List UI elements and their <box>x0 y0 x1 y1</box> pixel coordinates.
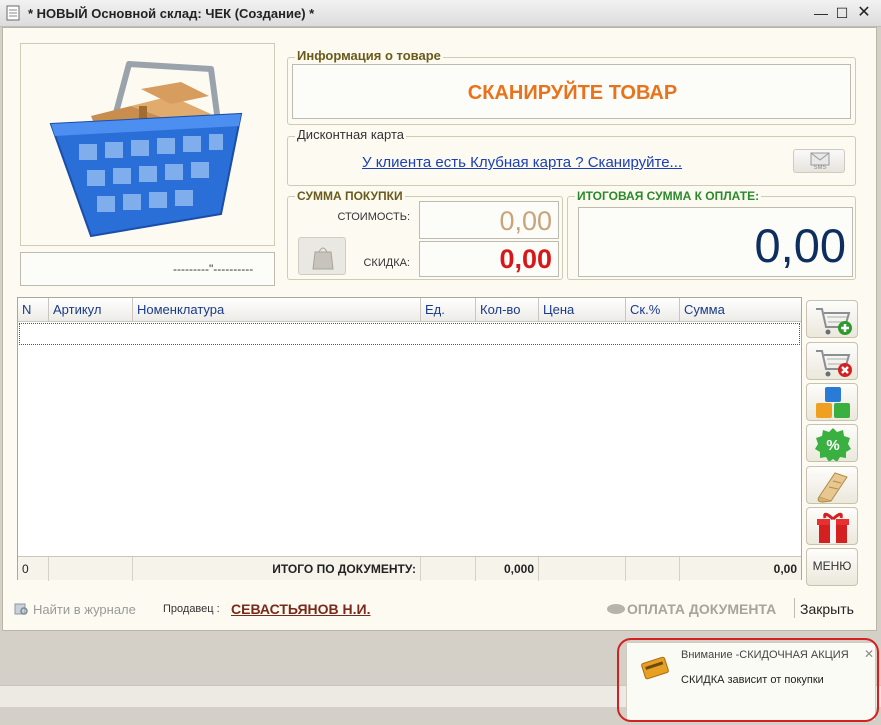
receipt-button[interactable] <box>806 466 858 504</box>
image-caption-box: ---------"---------- <box>20 252 275 286</box>
total-value: 0,00 <box>754 219 846 272</box>
product-image-panel <box>20 43 275 246</box>
notification-close-icon[interactable]: ✕ <box>864 647 874 661</box>
footer-qty-total: 0,000 <box>476 557 539 581</box>
col-nomenclature[interactable]: Номенклатура <box>133 298 421 322</box>
payment-icon <box>607 604 625 614</box>
close-icon[interactable]: ✕ <box>855 4 873 22</box>
footer-empty-3 <box>539 557 626 581</box>
gift-button[interactable] <box>806 507 858 545</box>
cart-remove-icon <box>816 350 852 377</box>
product-info-title: Информация о товаре <box>295 48 443 63</box>
journal-icon <box>14 603 28 615</box>
cost-field: 0,00 <box>419 201 559 239</box>
menu-button[interactable]: МЕНЮ <box>806 548 858 586</box>
gift-icon <box>817 512 849 543</box>
blocks-icon <box>816 387 850 418</box>
scroll-icon <box>817 472 848 503</box>
total-field: 0,00 <box>578 207 853 277</box>
remove-item-button[interactable] <box>806 342 858 380</box>
svg-text:%: % <box>826 437 839 454</box>
add-item-button[interactable] <box>806 300 858 338</box>
col-unit[interactable]: Ед. <box>421 298 476 322</box>
col-sum[interactable]: Сумма <box>680 298 801 322</box>
discount-card-title: Дисконтная карта <box>295 127 407 142</box>
title-bar: * НОВЫЙ Основной склад: ЧЕК (Создание) *… <box>0 0 881 27</box>
basket-icon <box>49 61 243 238</box>
total-group: 0,00 <box>567 196 856 280</box>
minimize-icon[interactable]: — <box>812 4 830 22</box>
footer-count: 0 <box>18 557 49 581</box>
notification-text: СКИДКА зависит от покупки <box>681 674 824 686</box>
items-table[interactable]: N Артикул Номенклатура Ед. Кол-во Цена С… <box>17 297 802 581</box>
document-icon <box>6 5 20 21</box>
scan-prompt: СКАНИРУЙТЕ ТОВАР <box>467 82 678 104</box>
col-price[interactable]: Цена <box>539 298 626 322</box>
window-title: * НОВЫЙ Основной склад: ЧЕК (Создание) * <box>28 6 315 21</box>
col-qty[interactable]: Кол-во <box>476 298 539 322</box>
image-caption: ---------"---------- <box>173 262 254 276</box>
discount-tag-button[interactable] <box>298 237 346 275</box>
discount-label: СКИДКА: <box>363 257 410 269</box>
col-article[interactable]: Артикул <box>49 298 133 322</box>
col-discount[interactable]: Ск.% <box>626 298 680 322</box>
product-info-group: СКАНИРУЙТЕ ТОВАР <box>287 57 856 125</box>
total-title: ИТОГОВАЯ СУММА К ОПЛАТЕ: <box>575 189 762 203</box>
envelope-icon <box>810 152 830 166</box>
cart-add-icon <box>816 308 852 335</box>
discount-percent-button[interactable]: % <box>806 424 858 462</box>
table-row[interactable] <box>19 323 800 345</box>
footer-empty-1 <box>49 557 133 581</box>
catalog-button[interactable] <box>806 383 858 421</box>
close-button[interactable]: Закрыть <box>800 601 854 617</box>
table-header: N Артикул Номенклатура Ед. Кол-во Цена С… <box>18 298 801 322</box>
purchase-sum-title: СУММА ПОКУПКИ <box>295 189 405 203</box>
maximize-icon[interactable]: ☐ <box>833 4 851 22</box>
find-in-journal-link[interactable]: Найти в журнале <box>33 602 136 617</box>
notification-title: Внимание -СКИДОЧНАЯ АКЦИЯ <box>681 649 849 661</box>
separator <box>794 598 795 618</box>
discount-field: 0,00 <box>419 241 559 277</box>
discount-value: 0,00 <box>499 244 552 274</box>
col-n[interactable]: N <box>18 298 49 322</box>
table-footer: 0 ИТОГО ПО ДОКУМЕНТУ: 0,000 0,00 <box>18 556 801 581</box>
bag-icon <box>312 247 334 270</box>
seller-label: Продавец : <box>163 603 220 615</box>
purchase-sum-group: СТОИМОСТЬ: 0,00 СКИДКА: 0,00 <box>287 196 563 280</box>
footer-empty-4 <box>626 557 680 581</box>
pay-document-button[interactable]: ОПЛАТА ДОКУМЕНТА <box>627 601 776 617</box>
seller-name[interactable]: СЕВАСТЬЯНОВ Н.И. <box>231 601 370 617</box>
club-card-link[interactable]: У клиента есть Клубная карта ? Сканируйт… <box>362 154 682 171</box>
sms-button[interactable]: SMS <box>793 149 845 173</box>
cost-label: СТОИМОСТЬ: <box>337 211 410 223</box>
footer-sum-total: 0,00 <box>773 562 797 576</box>
scan-field[interactable]: СКАНИРУЙТЕ ТОВАР <box>292 64 851 119</box>
cost-value: 0,00 <box>499 206 552 236</box>
footer-empty-2 <box>421 557 476 581</box>
footer-total-label: ИТОГО ПО ДОКУМЕНТУ: <box>133 557 421 581</box>
percent-icon: % <box>815 428 851 461</box>
discount-card-icon <box>641 656 669 680</box>
sms-label: SMS <box>813 165 827 171</box>
menu-label: МЕНЮ <box>812 559 852 573</box>
discount-card-group: У клиента есть Клубная карта ? Сканируйт… <box>287 136 856 186</box>
